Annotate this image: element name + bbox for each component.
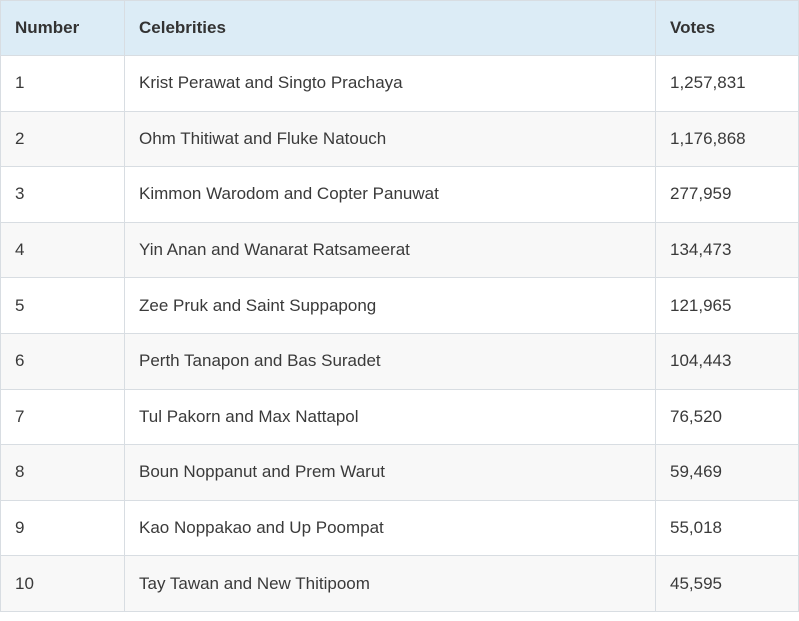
header-celebrities: Celebrities — [124, 0, 656, 56]
cell-votes: 1,176,868 — [655, 110, 799, 168]
cell-celebrities: Kao Noppakao and Up Poompat — [124, 499, 656, 557]
table-header: Number Celebrities Votes — [0, 0, 799, 56]
cell-number: 4 — [0, 221, 125, 279]
cell-number: 3 — [0, 166, 125, 223]
cell-number: 7 — [0, 388, 125, 446]
table-row: 10 Tay Tawan and New Thitipoom 45,595 — [0, 555, 799, 612]
cell-votes: 45,595 — [655, 555, 799, 612]
cell-celebrities: Krist Perawat and Singto Prachaya — [124, 55, 656, 112]
header-votes: Votes — [655, 0, 799, 56]
table-row: 8 Boun Noppanut and Prem Warut 59,469 — [0, 444, 799, 501]
cell-celebrities: Tay Tawan and New Thitipoom — [124, 555, 656, 612]
cell-celebrities: Boun Noppanut and Prem Warut — [124, 444, 656, 501]
cell-votes: 76,520 — [655, 388, 799, 446]
cell-number: 10 — [0, 555, 125, 612]
table-row: 3 Kimmon Warodom and Copter Panuwat 277,… — [0, 166, 799, 223]
cell-number: 5 — [0, 277, 125, 334]
votes-table-container: Number Celebrities Votes 1 Krist Perawat… — [0, 0, 799, 621]
votes-table: Number Celebrities Votes 1 Krist Perawat… — [0, 0, 799, 612]
cell-number: 8 — [0, 444, 125, 501]
cell-votes: 59,469 — [655, 444, 799, 501]
cell-votes: 104,443 — [655, 332, 799, 390]
cell-celebrities: Kimmon Warodom and Copter Panuwat — [124, 166, 656, 223]
cell-votes: 1,257,831 — [655, 55, 799, 112]
cell-celebrities: Zee Pruk and Saint Suppapong — [124, 277, 656, 334]
cell-number: 6 — [0, 332, 125, 390]
cell-celebrities: Tul Pakorn and Max Nattapol — [124, 388, 656, 446]
table-row: 4 Yin Anan and Wanarat Ratsameerat 134,4… — [0, 221, 799, 279]
table-row: 1 Krist Perawat and Singto Prachaya 1,25… — [0, 55, 799, 112]
cell-votes: 55,018 — [655, 499, 799, 557]
cell-votes: 277,959 — [655, 166, 799, 223]
table-row: 2 Ohm Thitiwat and Fluke Natouch 1,176,8… — [0, 110, 799, 168]
header-row: Number Celebrities Votes — [0, 0, 799, 56]
header-number: Number — [0, 0, 125, 56]
table-body: 1 Krist Perawat and Singto Prachaya 1,25… — [0, 55, 799, 612]
cell-number: 2 — [0, 110, 125, 168]
cell-votes: 121,965 — [655, 277, 799, 334]
cell-celebrities: Ohm Thitiwat and Fluke Natouch — [124, 110, 656, 168]
cell-votes: 134,473 — [655, 221, 799, 279]
table-row: 7 Tul Pakorn and Max Nattapol 76,520 — [0, 388, 799, 446]
table-row: 5 Zee Pruk and Saint Suppapong 121,965 — [0, 277, 799, 334]
cell-number: 9 — [0, 499, 125, 557]
cell-celebrities: Yin Anan and Wanarat Ratsameerat — [124, 221, 656, 279]
table-row: 9 Kao Noppakao and Up Poompat 55,018 — [0, 499, 799, 557]
table-row: 6 Perth Tanapon and Bas Suradet 104,443 — [0, 332, 799, 390]
cell-number: 1 — [0, 55, 125, 112]
cell-celebrities: Perth Tanapon and Bas Suradet — [124, 332, 656, 390]
